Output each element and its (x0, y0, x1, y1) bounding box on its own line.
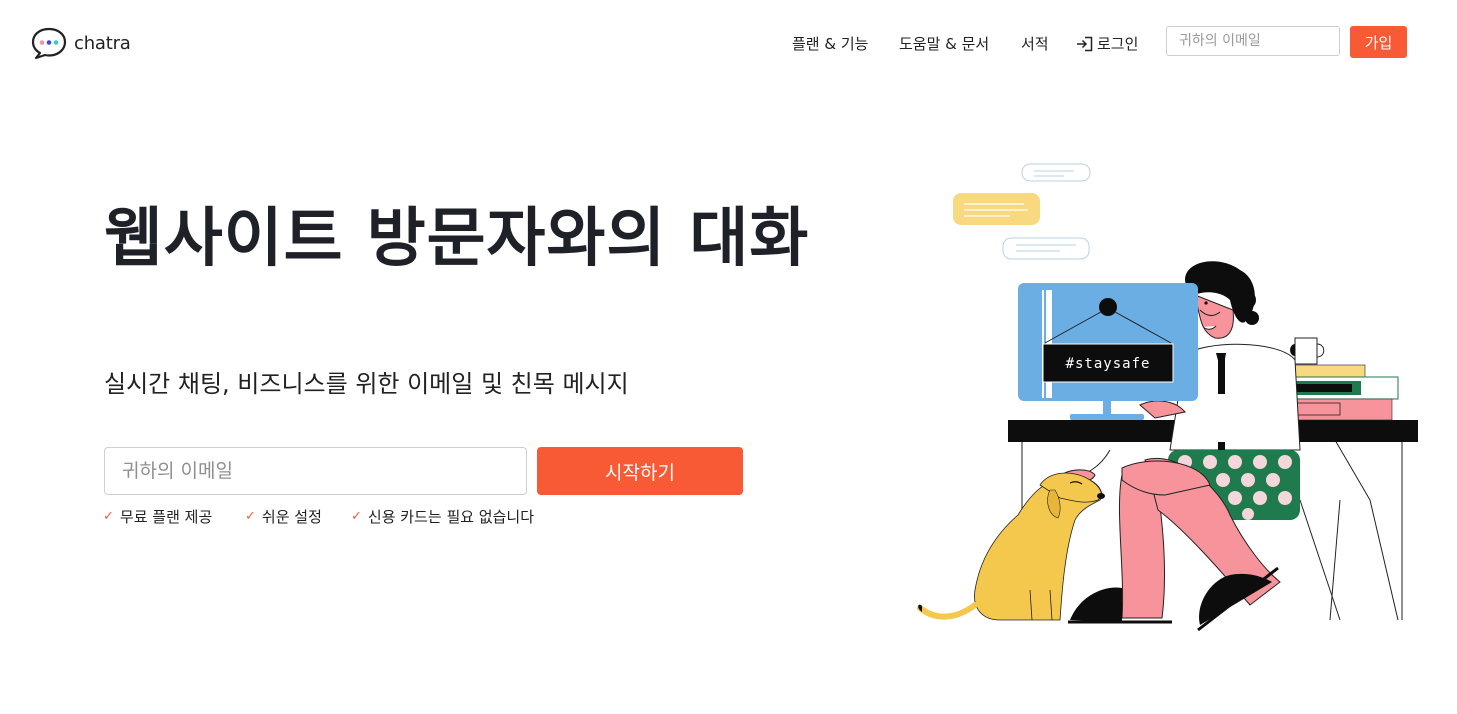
feature-label: 신용 카드는 필요 없습니다 (367, 508, 535, 526)
chat-bubble-logo-icon (31, 27, 67, 60)
check-icon: ✓ (103, 509, 114, 524)
signup-button[interactable]: 가입 (1350, 26, 1407, 58)
check-icon: ✓ (245, 509, 256, 524)
logo-text: chatra (74, 32, 131, 54)
nav-login[interactable]: 로그인 (1076, 33, 1138, 54)
feature-label: 무료 플랜 제공 (119, 508, 213, 526)
monitor: #staysafe (1018, 283, 1198, 420)
dog (917, 472, 1105, 621)
chair (1299, 439, 1399, 621)
feature-item: ✓ 신용 카드는 필요 없습니다 (351, 506, 534, 527)
feature-item: ✓ 쉬운 설정 (245, 506, 322, 527)
feature-item: ✓ 무료 플랜 제공 (103, 506, 212, 527)
login-arrow-icon (1077, 36, 1093, 51)
nav-plans-features[interactable]: 플랜 & 기능 (792, 33, 868, 54)
hero-title: 웹사이트 방문자와의 대화 (104, 202, 810, 276)
nav-help-docs[interactable]: 도움말 & 문서 (899, 33, 989, 54)
chat-bubbles (953, 163, 1091, 260)
hero-subtitle: 실시간 채팅, 비즈니스를 위한 이메일 및 친목 메시지 (104, 370, 629, 398)
header-email-input[interactable] (1166, 26, 1340, 56)
feature-label: 쉬운 설정 (261, 508, 322, 526)
login-label: 로그인 (1097, 35, 1139, 53)
nav-books[interactable]: 서적 (1021, 33, 1049, 54)
logo[interactable]: chatra (30, 26, 131, 60)
hero-email-input[interactable] (104, 447, 527, 495)
get-started-button[interactable]: 시작하기 (537, 447, 743, 495)
check-icon: ✓ (351, 509, 362, 524)
staysafe-sign: #staysafe (1066, 356, 1151, 372)
hero-illustration: #staysafe (917, 163, 1418, 632)
